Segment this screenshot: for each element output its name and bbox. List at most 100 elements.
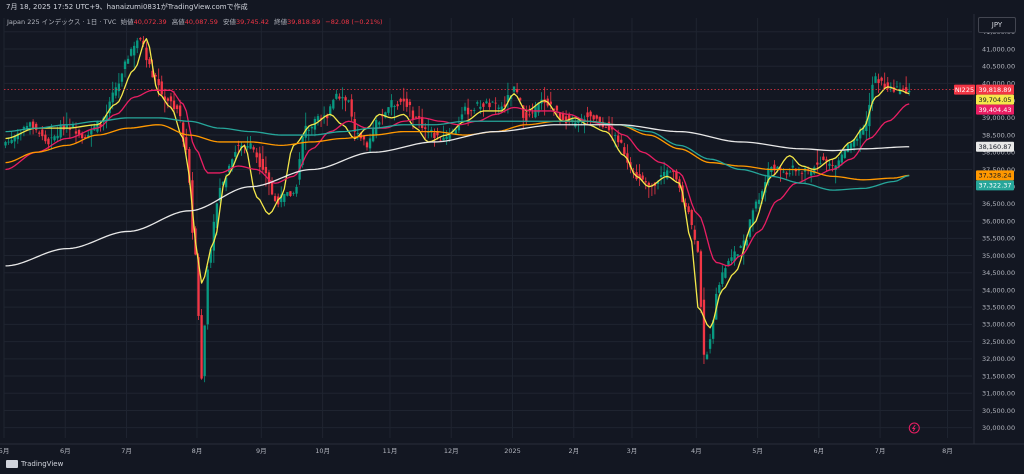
candle-body: [613, 135, 617, 136]
candle-body: [123, 61, 127, 70]
price-tag-value: 37,328.24: [978, 172, 1011, 180]
time-tick-label: 2025: [504, 447, 521, 454]
candle-body: [7, 141, 10, 143]
candle-body: [782, 171, 785, 173]
candle-body: [463, 106, 467, 111]
price-tick-label: 35,500.00: [982, 235, 1015, 243]
candle-body: [59, 125, 62, 138]
candle-body: [424, 127, 427, 129]
price-tick-label: 32,500.00: [982, 338, 1015, 346]
candle-body: [702, 299, 706, 355]
candle-body: [647, 182, 650, 186]
candle-body: [270, 182, 274, 195]
candle-body: [4, 142, 7, 146]
candle-body: [433, 132, 436, 138]
candle-body: [35, 123, 38, 131]
candle-body: [375, 120, 378, 135]
candle-body: [41, 129, 44, 137]
time-tick-label: 8月: [942, 447, 953, 454]
candle-body: [604, 127, 608, 128]
price-tag-symbol: NI225: [955, 86, 974, 94]
candle-body: [420, 117, 424, 129]
candle-body: [730, 257, 733, 261]
candle-body: [341, 97, 344, 99]
candle: [200, 309, 203, 380]
candle-body: [696, 241, 699, 252]
chart-background: [0, 14, 1024, 454]
candle-body: [362, 136, 366, 140]
candle-body: [44, 134, 47, 142]
candle-body: [880, 77, 883, 81]
time-tick-label: 10月: [315, 447, 330, 454]
candle-body: [819, 163, 822, 165]
candle-body: [757, 199, 761, 205]
candle-body: [586, 112, 589, 118]
price-tick-label: 30,500.00: [982, 407, 1015, 415]
candle-body: [442, 137, 445, 141]
candle-body: [129, 49, 133, 56]
candle: [384, 111, 387, 119]
price-chart[interactable]: 30,000.00 30,500.00 31,000.00 31,500.00 32,0…: [0, 14, 1024, 454]
candle-body: [497, 107, 500, 109]
price-tick-label: 31,000.00: [982, 390, 1015, 398]
candle-body: [261, 158, 265, 170]
candle-body: [482, 103, 485, 107]
candle-body: [292, 192, 295, 194]
candle-body: [74, 131, 78, 134]
candle-body: [669, 171, 672, 173]
candle-body: [724, 268, 727, 278]
candle-body: [316, 116, 320, 121]
price-tick-label: 38,500.00: [982, 131, 1015, 139]
candle-body: [111, 92, 114, 103]
candle-body: [534, 106, 537, 118]
footer-bar: TradingView: [0, 454, 1024, 474]
price-tag: 37,322.37: [976, 180, 1014, 191]
candle-body: [390, 100, 393, 108]
candle-body: [718, 284, 721, 293]
candle-body: [139, 38, 142, 40]
candle-body: [739, 246, 742, 248]
candle-body: [347, 100, 350, 102]
candle-body: [10, 140, 13, 143]
candle: [206, 266, 209, 330]
legend-close-value: 39,818.89: [287, 18, 321, 26]
candle: [96, 120, 99, 134]
candle-body: [512, 86, 516, 92]
candle-body: [846, 144, 850, 153]
candle-body: [800, 172, 804, 174]
candle-body: [488, 102, 491, 108]
time-tick-label: 11月: [383, 447, 398, 454]
candle-body: [289, 191, 292, 196]
time-tick-label: 5月: [752, 447, 763, 454]
candle: [696, 240, 699, 254]
currency-button[interactable]: JPY: [978, 17, 1016, 33]
legend-open-label: 始値: [120, 18, 134, 26]
candle-body: [62, 125, 65, 130]
chart-window: 7月 18, 2025 17:52 UTC+9、hanaizumi0831がTr…: [0, 0, 1024, 474]
candle-body: [687, 206, 690, 213]
candle-body: [160, 81, 163, 95]
candle-body: [788, 173, 791, 175]
candle-body: [133, 45, 136, 56]
legend-title: Japan 225 インデックス · 1日 · TVC: [7, 18, 117, 26]
candle-body: [255, 152, 258, 158]
candle-body: [840, 154, 843, 163]
candle-body: [136, 40, 139, 49]
candle-body: [148, 59, 151, 65]
candle-body: [831, 165, 834, 166]
candle-body: [307, 129, 310, 131]
price-tick-label: 30,000.00: [982, 424, 1015, 432]
time-tick-label: 4月: [691, 447, 702, 454]
candle-body: [335, 93, 338, 99]
candle-body: [849, 143, 853, 149]
candle-body: [595, 115, 598, 119]
candle-body: [466, 107, 470, 115]
candle-body: [264, 166, 268, 174]
candle-body: [365, 142, 369, 148]
legend-low-value: 39,745.42: [235, 18, 270, 26]
candle-body: [485, 101, 488, 104]
candle-body: [200, 315, 203, 379]
price-tick-label: 35,000.00: [982, 252, 1015, 260]
candle-body: [592, 115, 595, 120]
candle-body: [28, 122, 32, 127]
